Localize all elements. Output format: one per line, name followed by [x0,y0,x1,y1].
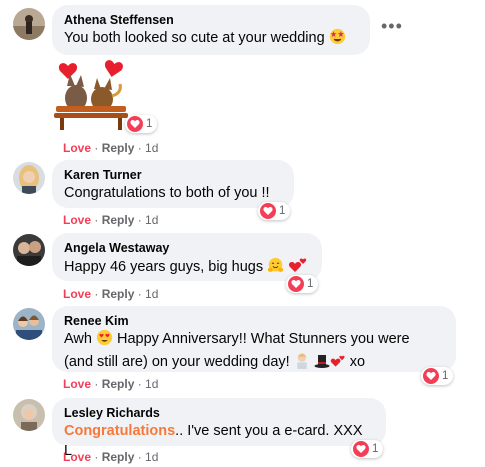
love-sticker [52,56,130,134]
comment-actions: Love · Reply · 1d [63,213,159,227]
avatar-karen[interactable] [13,162,45,194]
heart-icon [260,203,276,219]
two-hearts-emoji [330,353,346,375]
avatar-angela[interactable] [13,234,45,266]
reply-link[interactable]: Reply [102,287,135,301]
reaction-count-pill[interactable]: 1 [125,115,158,133]
love-link[interactable]: Love [63,377,91,391]
comment-text: Happy 46 years guys, big hugs [64,256,310,280]
comment-text: You both looked so cute at your wedding [64,28,358,51]
heart-icon [127,116,143,132]
comment-bubble-lesley: Lesley Richards Congratulations.. I've s… [52,398,386,459]
star-struck-emoji [329,28,346,51]
comment-bubble-athena: Athena Steffensen You both looked so cut… [52,5,370,55]
timestamp[interactable]: 1d [145,377,158,391]
avatar-lesley[interactable] [13,399,45,431]
comment-author[interactable]: Karen Turner [64,167,282,183]
love-link[interactable]: Love [63,450,91,464]
reply-link[interactable]: Reply [102,141,135,155]
comment-text: Congratulations to both of you !! [64,185,270,201]
love-link[interactable]: Love [63,141,91,155]
comment-author[interactable]: Renee Kim [64,313,444,329]
comment-bubble-karen: Karen Turner Congratulations to both of … [52,160,294,208]
love-link[interactable]: Love [63,213,91,227]
heart-eyes-emoji [96,329,113,352]
avatar-renee[interactable] [13,308,45,340]
reply-link[interactable]: Reply [102,450,135,464]
heart-icon [288,276,304,292]
timestamp[interactable]: 1d [145,213,158,227]
reply-link[interactable]: Reply [102,213,135,227]
comment-author[interactable]: Lesley Richards [64,405,374,421]
reply-link[interactable]: Reply [102,377,135,391]
timestamp[interactable]: 1d [145,141,158,155]
comment-actions: Love · Reply · 1d [63,141,159,155]
timestamp[interactable]: 1d [145,287,158,301]
reaction-count-pill[interactable]: 1 [421,367,454,385]
heart-icon [353,441,369,457]
reaction-count-pill[interactable]: 1 [286,275,319,293]
comment-actions: Love · Reply · 1d [63,287,159,301]
comment-actions: Love · Reply · 1d [63,450,159,464]
more-options-icon[interactable]: ••• [381,17,403,35]
comment-bubble-renee: Renee Kim Awh Happy Anniversary!! What S… [52,306,456,372]
top-hat-emoji [314,353,330,375]
comment-author[interactable]: Angela Westaway [64,240,310,256]
hug-emoji [267,257,284,280]
love-link[interactable]: Love [63,287,91,301]
comment-text: Awh Happy Anniversary!! What Stunners yo… [64,329,444,375]
comment-author[interactable]: Athena Steffensen [64,12,358,28]
heart-icon [423,368,439,384]
timestamp[interactable]: 1d [145,450,158,464]
highlighted-word[interactable]: Congratulations [64,423,175,439]
reaction-count-pill[interactable]: 1 [258,202,291,220]
reaction-count-pill[interactable]: 1 [351,440,384,458]
comment-bubble-angela: Angela Westaway Happy 46 years guys, big… [52,233,322,281]
groom-emoji [294,352,310,375]
comment-actions: Love · Reply · 1d [63,377,159,391]
avatar-athena[interactable] [13,8,45,40]
